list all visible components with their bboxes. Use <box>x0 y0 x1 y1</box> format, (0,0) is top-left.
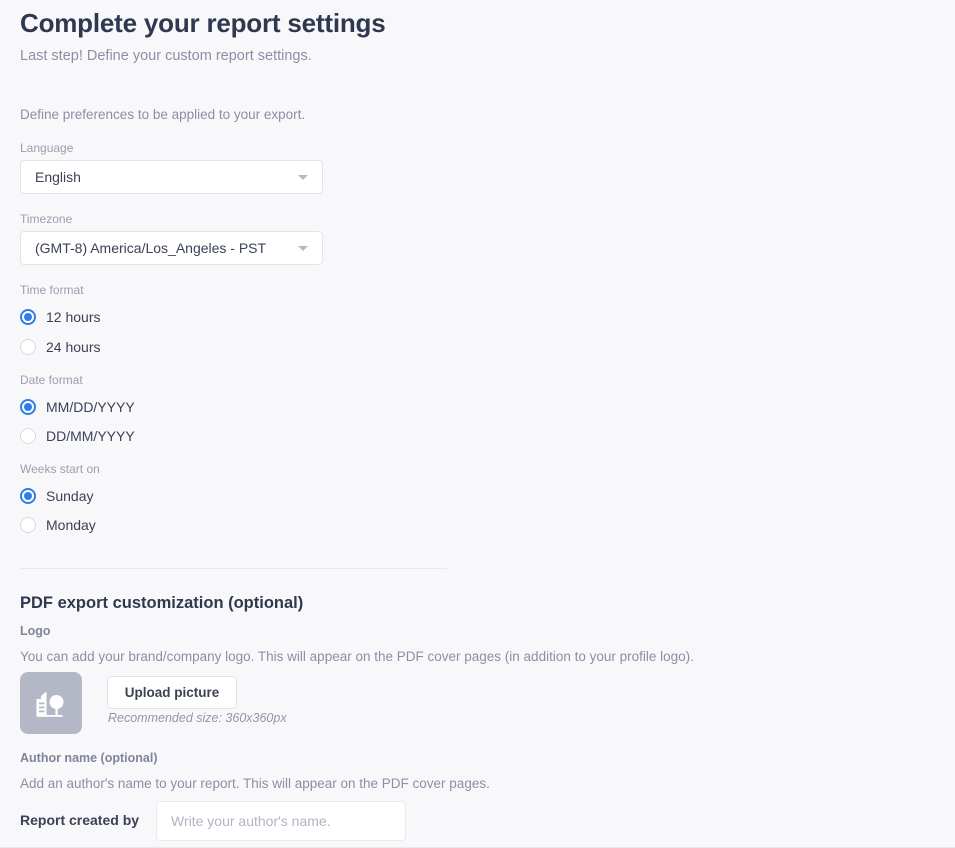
pdf-export-heading: PDF export customization (optional) <box>20 594 304 612</box>
recommended-size-text: Recommended size: 360x360px <box>108 711 287 725</box>
timezone-select[interactable]: (GMT-8) America/Los_Angeles - PST <box>20 231 323 265</box>
chevron-down-icon <box>298 245 308 251</box>
radio-label: 24 hours <box>46 339 101 355</box>
radio-indicator <box>20 488 36 504</box>
page-title: Complete your report settings <box>20 8 386 38</box>
time-format-label: Time format <box>20 283 84 297</box>
language-label: Language <box>20 141 74 155</box>
author-description: Add an author's name to your report. Thi… <box>20 776 490 791</box>
chevron-down-icon <box>298 174 308 180</box>
radio-weeks-start-monday[interactable]: Monday <box>20 515 96 535</box>
radio-label: DD/MM/YYYY <box>46 428 135 444</box>
radio-indicator <box>20 517 36 533</box>
radio-date-format-dmy[interactable]: DD/MM/YYYY <box>20 426 135 446</box>
report-created-by-label: Report created by <box>20 812 140 828</box>
report-settings-page: Complete your report settings Last step!… <box>0 0 955 848</box>
language-select[interactable]: English <box>20 160 323 194</box>
weeks-start-on-label: Weeks start on <box>20 462 100 476</box>
radio-indicator <box>20 339 36 355</box>
radio-date-format-mdy[interactable]: MM/DD/YYYY <box>20 397 135 417</box>
building-tree-icon <box>36 691 64 717</box>
author-name-label: Author name (optional) <box>20 751 158 765</box>
radio-time-format-24h[interactable]: 24 hours <box>20 337 100 357</box>
logo-description: You can add your brand/company logo. Thi… <box>20 649 694 664</box>
preferences-intro-text: Define preferences to be applied to your… <box>20 107 306 122</box>
upload-picture-button[interactable]: Upload picture <box>107 676 237 709</box>
logo-placeholder[interactable] <box>20 672 82 734</box>
page-subtitle: Last step! Define your custom report set… <box>20 48 312 64</box>
radio-indicator <box>20 428 36 444</box>
radio-indicator <box>20 399 36 415</box>
radio-time-format-12h[interactable]: 12 hours <box>20 307 100 327</box>
radio-label: MM/DD/YYYY <box>46 399 135 415</box>
logo-label: Logo <box>20 624 51 638</box>
radio-label: Sunday <box>46 488 94 504</box>
radio-weeks-start-sunday[interactable]: Sunday <box>20 486 93 506</box>
radio-label: Monday <box>46 517 96 533</box>
date-format-label: Date format <box>20 373 83 387</box>
author-name-input[interactable] <box>156 801 406 841</box>
radio-indicator <box>20 309 36 325</box>
timezone-select-value: (GMT-8) America/Los_Angeles - PST <box>35 240 267 256</box>
language-select-value: English <box>35 169 81 185</box>
section-divider <box>20 568 447 569</box>
timezone-label: Timezone <box>20 212 73 226</box>
radio-label: 12 hours <box>46 309 101 325</box>
